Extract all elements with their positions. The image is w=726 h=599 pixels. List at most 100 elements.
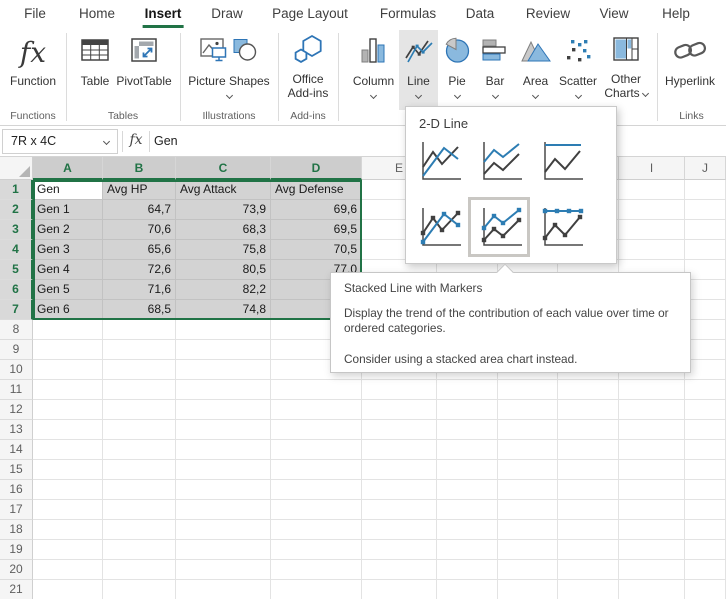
pivottable-icon (129, 36, 159, 69)
chart-option-100-stacked-line-with-markers[interactable] (538, 205, 586, 251)
row-header-3[interactable]: 3 (0, 220, 33, 240)
cell-B4[interactable]: 65,6 (103, 240, 176, 260)
chevron-down-icon (642, 90, 649, 97)
cell-A5[interactable]: Gen 4 (33, 260, 103, 280)
menu-tab-file[interactable]: File (22, 0, 48, 28)
row-header-20[interactable]: 20 (0, 560, 33, 580)
gridline (33, 419, 726, 420)
chart-option-line[interactable] (416, 139, 464, 185)
chart-option-stacked-line-with-markers[interactable] (477, 205, 525, 251)
chart-option-line-with-markers[interactable] (416, 205, 464, 251)
row-header-1[interactable]: 1 (0, 180, 33, 200)
cell-C1[interactable]: Avg Attack (176, 180, 271, 200)
row-header-8[interactable]: 8 (0, 320, 33, 340)
chart-option-stacked-line[interactable] (477, 139, 525, 185)
other-charts-button[interactable]: Other Charts (600, 30, 652, 110)
menu-tab-help[interactable]: Help (660, 0, 692, 28)
row-header-16[interactable]: 16 (0, 480, 33, 500)
name-box[interactable]: 7R x 4C (2, 129, 118, 154)
picture-shapes-label: Picture Shapes (188, 74, 269, 88)
menu-tab-page-layout[interactable]: Page Layout (270, 0, 350, 28)
cell-D3[interactable]: 69,5 (271, 220, 362, 240)
cell-C3[interactable]: 68,3 (176, 220, 271, 240)
column-header-i[interactable]: I (619, 157, 685, 180)
row-header-19[interactable]: 19 (0, 540, 33, 560)
fx-icon[interactable]: fx (126, 132, 146, 148)
dropdown-section-title: 2-D Line (419, 116, 468, 131)
row-header-9[interactable]: 9 (0, 340, 33, 360)
column-chart-button[interactable]: Column (350, 30, 397, 110)
row-header-13[interactable]: 13 (0, 420, 33, 440)
cell-C5[interactable]: 80,5 (176, 260, 271, 280)
cell-A3[interactable]: Gen 2 (33, 220, 103, 240)
bar-chart-button[interactable]: Bar (476, 30, 514, 110)
formula-input[interactable]: Gen (154, 129, 178, 154)
row-header-18[interactable]: 18 (0, 520, 33, 540)
menu-tab-data[interactable]: Data (464, 0, 497, 28)
table-button[interactable]: Table (74, 30, 116, 110)
column-header-d[interactable]: D (271, 157, 362, 180)
column-header-b[interactable]: B (103, 157, 176, 180)
row-header-17[interactable]: 17 (0, 500, 33, 520)
gridline (33, 499, 726, 500)
column-header-c[interactable]: C (176, 157, 271, 180)
menu-tab-home[interactable]: Home (77, 0, 117, 28)
picture-shapes-button[interactable]: Picture Shapes (186, 30, 272, 110)
row-header-11[interactable]: 11 (0, 380, 33, 400)
column-header-a[interactable]: A (33, 157, 103, 180)
row-header-4[interactable]: 4 (0, 240, 33, 260)
office-addins-button[interactable]: Office Add-ins (280, 30, 336, 110)
pivottable-button[interactable]: PivotTable (116, 30, 172, 110)
row-header-14[interactable]: 14 (0, 440, 33, 460)
function-button-label: Function (10, 74, 56, 88)
group-separator (278, 33, 279, 121)
row-header-6[interactable]: 6 (0, 280, 33, 300)
line-chart-button[interactable]: Line (399, 30, 438, 110)
table-button-label: Table (81, 74, 110, 88)
group-label-functions: Functions (0, 110, 66, 122)
cell-C4[interactable]: 75,8 (176, 240, 271, 260)
pie-chart-button[interactable]: Pie (440, 30, 474, 110)
menu-tab-insert[interactable]: Insert (143, 0, 184, 28)
menu-bar: File Home Insert Draw Page Layout Formul… (0, 0, 726, 28)
row-header-10[interactable]: 10 (0, 360, 33, 380)
chevron-down-icon[interactable] (103, 138, 110, 145)
cell-C7[interactable]: 74,8 (176, 300, 271, 320)
row-header-7[interactable]: 7 (0, 300, 33, 320)
menu-tab-formulas[interactable]: Formulas (378, 0, 438, 28)
cell-A7[interactable]: Gen 6 (33, 300, 103, 320)
cell-B7[interactable]: 68,5 (103, 300, 176, 320)
cell-D4[interactable]: 70,5 (271, 240, 362, 260)
row-header-21[interactable]: 21 (0, 580, 33, 599)
row-header-15[interactable]: 15 (0, 460, 33, 480)
cell-D2[interactable]: 69,6 (271, 200, 362, 220)
area-chart-button[interactable]: Area (514, 30, 557, 110)
cell-B3[interactable]: 70,6 (103, 220, 176, 240)
function-button[interactable]: fx Function (4, 30, 62, 110)
group-label-illustrations: Illustrations (180, 110, 278, 122)
column-header-j[interactable]: J (685, 157, 726, 180)
cell-B1[interactable]: Avg HP (103, 180, 176, 200)
row-header-5[interactable]: 5 (0, 260, 33, 280)
menu-tab-review[interactable]: Review (524, 0, 572, 28)
hyperlink-button[interactable]: Hyperlink (658, 30, 722, 110)
select-all-button[interactable] (0, 157, 33, 180)
row-header-2[interactable]: 2 (0, 200, 33, 220)
chart-option-100-stacked-line[interactable] (538, 139, 586, 185)
menu-tab-view[interactable]: View (597, 0, 630, 28)
cell-B5[interactable]: 72,6 (103, 260, 176, 280)
gridline (33, 559, 726, 560)
cell-A6[interactable]: Gen 5 (33, 280, 103, 300)
cell-A2[interactable]: Gen 1 (33, 200, 103, 220)
cell-A1[interactable]: Gen (33, 180, 103, 200)
cell-C6[interactable]: 82,2 (176, 280, 271, 300)
cell-B6[interactable]: 71,6 (103, 280, 176, 300)
cell-D1[interactable]: Avg Defense (271, 180, 362, 200)
group-separator (66, 33, 67, 121)
cell-A4[interactable]: Gen 3 (33, 240, 103, 260)
row-header-12[interactable]: 12 (0, 400, 33, 420)
scatter-chart-button[interactable]: Scatter (556, 30, 600, 110)
cell-C2[interactable]: 73,9 (176, 200, 271, 220)
menu-tab-draw[interactable]: Draw (209, 0, 245, 28)
cell-B2[interactable]: 64,7 (103, 200, 176, 220)
